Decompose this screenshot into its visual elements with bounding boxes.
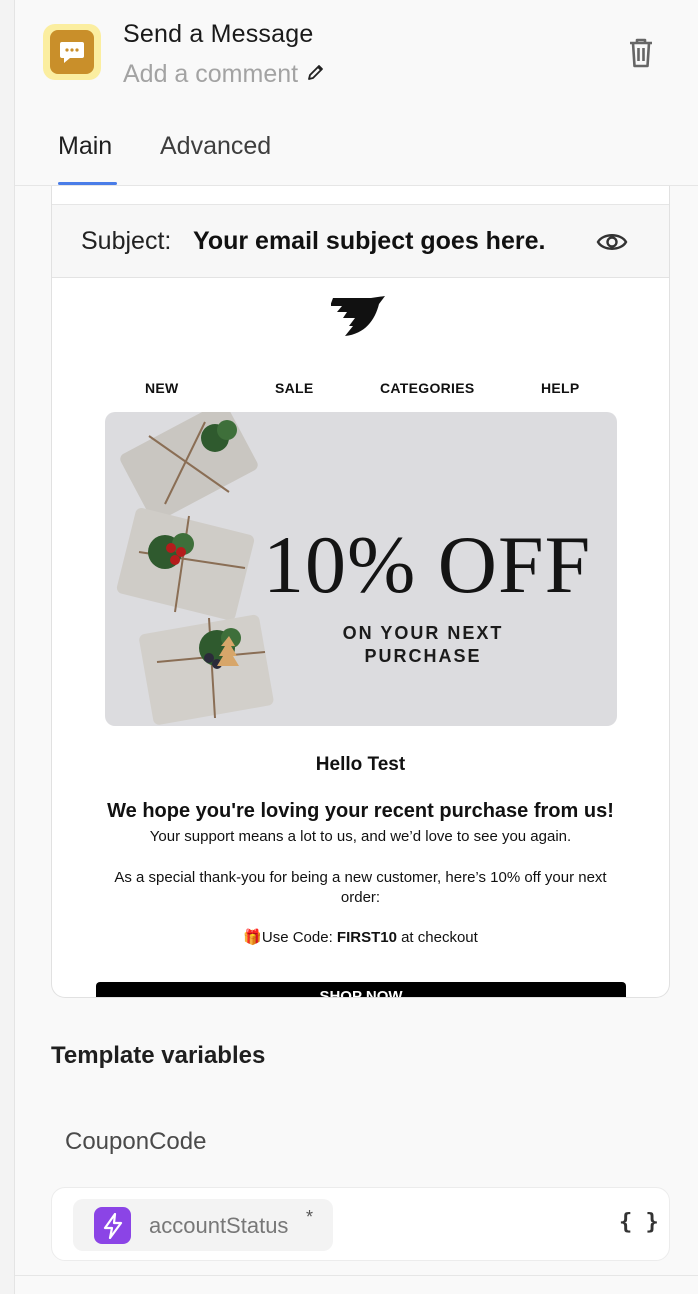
hero-discount-text: 10% OFF xyxy=(263,519,592,610)
variable-value-field[interactable]: accountStatus * { } xyxy=(51,1187,670,1261)
email-nav-item-sale: SALE xyxy=(275,380,314,396)
subject-value: Your email subject goes here. xyxy=(193,227,546,255)
variable-value-text: accountStatus xyxy=(149,1213,289,1238)
email-headline: We hope you're loving your recent purcha… xyxy=(107,800,614,822)
step-title: Send a Message xyxy=(123,20,314,48)
subject-bar: Subject: Your email subject goes here. xyxy=(52,204,669,278)
email-nav-item-help: HELP xyxy=(541,380,580,396)
step-header: Send a Message Add a comment xyxy=(15,0,698,110)
comment-placeholder: Add a comment xyxy=(123,60,299,88)
subject-label: Subject: xyxy=(81,227,172,255)
message-bubble-icon xyxy=(50,30,94,74)
tab-advanced[interactable]: Advanced xyxy=(160,132,271,161)
tab-bar: Main Advanced xyxy=(15,120,698,186)
eye-icon[interactable] xyxy=(595,227,629,257)
action-icon-badge xyxy=(43,24,101,80)
variable-value-chip[interactable]: accountStatus * xyxy=(73,1199,333,1251)
template-variables-title: Template variables xyxy=(51,1042,266,1069)
lightning-bolt-icon xyxy=(94,1207,131,1244)
step-config-panel: Send a Message Add a comment Main Advanc… xyxy=(15,0,698,1294)
code-prefix: 🎁Use Code: xyxy=(243,929,337,946)
pencil-icon[interactable] xyxy=(306,60,326,89)
email-nav-item-new: NEW xyxy=(145,380,179,396)
hero-subline: ON YOUR NEXT PURCHASE xyxy=(342,623,504,666)
left-edge-panel xyxy=(0,0,15,1294)
variable-name-coupon-code: CouponCode xyxy=(65,1128,207,1155)
email-code-line: 🎁Use Code: FIRST10 at checkout xyxy=(52,928,669,946)
hero-banner: 10% OFF ON YOUR NEXT PURCHASE xyxy=(105,412,617,726)
brand-logo xyxy=(330,294,389,342)
email-special-text: As a special thank-you for being a new c… xyxy=(114,869,607,906)
active-tab-indicator xyxy=(58,182,117,185)
tab-main[interactable]: Main xyxy=(58,132,112,161)
add-comment-field[interactable]: Add a comment xyxy=(123,60,326,89)
shop-now-button[interactable]: SHOP NOW xyxy=(96,982,626,997)
email-preview[interactable]: Subject: Your email subject goes here. N… xyxy=(51,186,670,998)
code-suffix: at checkout xyxy=(396,929,478,946)
email-greeting: Hello Test xyxy=(315,754,406,775)
required-marker: * xyxy=(306,1207,314,1227)
email-support-text: Your support means a lot to us, and we’d… xyxy=(149,828,572,845)
trash-icon[interactable] xyxy=(625,36,657,70)
bottom-divider xyxy=(15,1275,698,1276)
email-nav-item-categories: CATEGORIES xyxy=(380,380,475,396)
coupon-code: FIRST10 xyxy=(336,929,397,946)
insert-variable-braces-button[interactable]: { } xyxy=(619,1210,659,1235)
